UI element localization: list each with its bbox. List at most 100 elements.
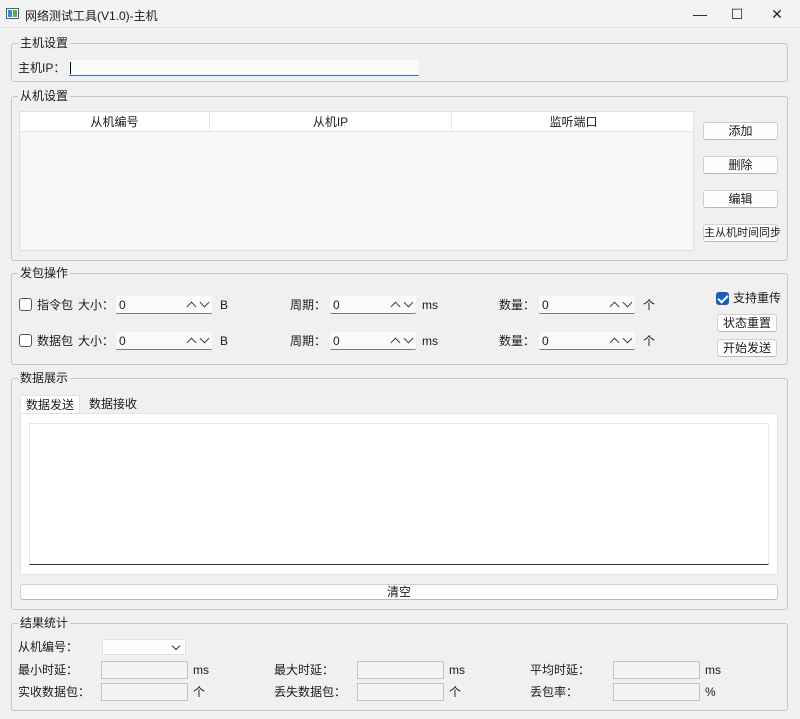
spin-down-icon[interactable] — [403, 333, 414, 344]
close-icon: ✕ — [771, 5, 783, 22]
command-period-unit: ms — [422, 298, 438, 312]
command-period-spinbox[interactable]: 0 — [330, 296, 416, 314]
add-button[interactable]: 添加 — [703, 122, 778, 140]
host-settings-group: 主机设置 主机IP： — [11, 36, 788, 82]
slave-table[interactable]: 从机编号 从机IP 监听端口 — [19, 111, 694, 251]
maximize-button[interactable]: ☐ — [717, 0, 757, 28]
tab-data-receive[interactable]: 数据接收 — [82, 395, 144, 413]
time-sync-button[interactable]: 主从机时间同步 — [703, 224, 781, 242]
clear-button[interactable]: 清空 — [20, 584, 778, 600]
loss-rate-label: 丢包率： — [530, 685, 579, 699]
result-stats-group: 结果统计 从机编号： 最小时延： ms 最大时延： ms 平均时延： ms 实收… — [11, 616, 788, 711]
column-header-slave-no[interactable]: 从机编号 — [20, 112, 210, 132]
result-stats-title: 结果统计 — [18, 616, 71, 630]
data-period-value: 0 — [333, 334, 340, 348]
data-count-spinbox[interactable]: 0 — [539, 332, 635, 350]
spin-down-icon[interactable] — [403, 297, 414, 308]
data-size-value: 0 — [119, 334, 126, 348]
command-size-unit: B — [220, 298, 229, 312]
received-packets-label: 实收数据包： — [18, 685, 91, 699]
title-bar: 网络测试工具(V1.0)-主机 — ☐ ✕ — [0, 0, 800, 28]
command-period-label: 周期： — [290, 298, 327, 312]
send-operations-group: 发包操作 指令包 大小： 0 B 周期： 0 ms 数量： 0 个 数据包 大小… — [11, 266, 788, 365]
data-size-spinbox[interactable]: 0 — [116, 332, 212, 350]
spin-up-icon[interactable] — [186, 301, 197, 312]
spin-up-icon[interactable] — [609, 337, 620, 348]
min-delay-field[interactable] — [101, 661, 188, 679]
maximize-icon: ☐ — [730, 5, 744, 22]
command-packet-checkbox[interactable] — [19, 298, 32, 311]
command-count-value: 0 — [542, 298, 549, 312]
max-delay-label: 最大时延： — [274, 663, 335, 677]
command-size-label: 大小： — [78, 298, 115, 312]
send-data-textarea[interactable] — [29, 423, 769, 565]
data-size-unit: B — [220, 334, 229, 348]
command-count-unit: 个 — [643, 298, 656, 312]
chevron-down-icon — [171, 641, 181, 651]
host-ip-label: 主机IP： — [18, 61, 66, 75]
command-period-value: 0 — [333, 298, 340, 312]
avg-delay-label: 平均时延： — [530, 663, 591, 677]
slave-no-label: 从机编号： — [18, 640, 79, 654]
command-count-label: 数量： — [499, 298, 536, 312]
data-period-label: 周期： — [290, 334, 327, 348]
spin-up-icon[interactable] — [390, 337, 401, 348]
column-header-slave-ip[interactable]: 从机IP — [210, 112, 452, 132]
data-display-group: 数据展示 数据发送 数据接收 清空 — [11, 371, 788, 610]
minimize-icon: — — [693, 6, 707, 22]
loss-rate-unit: % — [705, 685, 716, 699]
host-ip-input[interactable] — [69, 60, 419, 76]
loss-rate-field[interactable] — [613, 683, 700, 701]
lost-packets-field[interactable] — [357, 683, 444, 701]
command-count-spinbox[interactable]: 0 — [539, 296, 635, 314]
spin-up-icon[interactable] — [390, 301, 401, 312]
avg-delay-unit: ms — [705, 663, 721, 677]
received-packets-field[interactable] — [101, 683, 188, 701]
spin-up-icon[interactable] — [186, 337, 197, 348]
command-size-value: 0 — [119, 298, 126, 312]
max-delay-field[interactable] — [357, 661, 444, 679]
delete-button[interactable]: 删除 — [703, 156, 778, 174]
retransmit-label: 支持重传 — [733, 291, 782, 305]
slave-table-header: 从机编号 从机IP 监听端口 — [20, 112, 693, 132]
spin-down-icon[interactable] — [199, 297, 210, 308]
start-send-button[interactable]: 开始发送 — [717, 339, 777, 357]
retransmit-checkbox[interactable] — [716, 292, 729, 305]
max-delay-unit: ms — [449, 663, 465, 677]
data-count-value: 0 — [542, 334, 549, 348]
slave-settings-title: 从机设置 — [18, 89, 71, 103]
avg-delay-field[interactable] — [613, 661, 700, 679]
edit-button[interactable]: 编辑 — [703, 190, 778, 208]
slave-no-combobox[interactable] — [102, 639, 186, 655]
lost-packets-unit: 个 — [449, 685, 462, 699]
command-size-spinbox[interactable]: 0 — [116, 296, 212, 314]
lost-packets-label: 丢失数据包： — [274, 685, 347, 699]
close-button[interactable]: ✕ — [757, 0, 797, 28]
tab-data-send[interactable]: 数据发送 — [20, 395, 80, 413]
received-packets-unit: 个 — [193, 685, 206, 699]
column-header-listen-port[interactable]: 监听端口 — [452, 112, 695, 132]
data-packet-checkbox[interactable] — [19, 334, 32, 347]
app-icon — [6, 8, 19, 19]
send-operations-title: 发包操作 — [18, 266, 71, 280]
minimize-button[interactable]: — — [680, 0, 720, 28]
data-period-spinbox[interactable]: 0 — [330, 332, 416, 350]
spin-down-icon[interactable] — [622, 333, 633, 344]
reset-status-button[interactable]: 状态重置 — [717, 314, 777, 332]
spin-up-icon[interactable] — [609, 301, 620, 312]
host-settings-title: 主机设置 — [18, 36, 71, 50]
data-display-title: 数据展示 — [18, 371, 71, 385]
window-title: 网络测试工具(V1.0)-主机 — [25, 9, 158, 23]
data-count-unit: 个 — [643, 334, 656, 348]
min-delay-label: 最小时延： — [18, 663, 79, 677]
data-size-label: 大小： — [78, 334, 115, 348]
command-packet-label: 指令包 — [37, 298, 74, 312]
data-packet-label: 数据包 — [37, 334, 74, 348]
data-count-label: 数量： — [499, 334, 536, 348]
spin-down-icon[interactable] — [199, 333, 210, 344]
text-caret — [70, 62, 71, 74]
spin-down-icon[interactable] — [622, 297, 633, 308]
tab-pane — [20, 413, 778, 575]
min-delay-unit: ms — [193, 663, 209, 677]
data-period-unit: ms — [422, 334, 438, 348]
